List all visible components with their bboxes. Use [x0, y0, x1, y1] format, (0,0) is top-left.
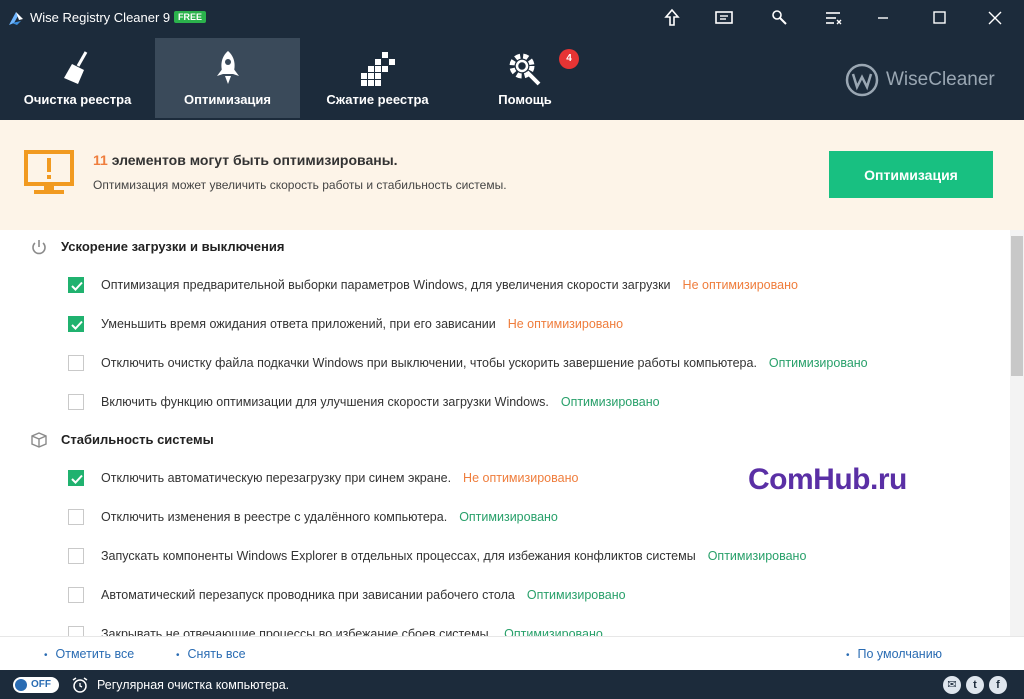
optimization-list: Ускорение загрузки и выключения Оптимиза… — [0, 230, 1024, 636]
edition-badge: FREE — [174, 11, 207, 23]
status-optimized: Оптимизировано — [560, 395, 660, 409]
bullet-icon: • — [44, 650, 48, 661]
monitor-warning-icon — [24, 150, 74, 194]
list-item: Отключить очистку файла подкачки Windows… — [0, 351, 1000, 375]
notification-badge: 4 — [559, 49, 579, 69]
item-checkbox[interactable] — [68, 316, 84, 332]
minimize-button[interactable] — [860, 0, 906, 36]
section-title: Ускорение загрузки и выключения — [61, 239, 285, 254]
brand-name: WiseCleaner — [886, 69, 995, 90]
item-label: Закрывать не отвечающие процессы во избе… — [101, 627, 603, 636]
list-footer: • Отметить все • Снять все • По умолчанию — [0, 636, 1024, 670]
status-not-optimized: Не оптимизировано — [507, 317, 624, 331]
status-not-optimized: Не оптимизировано — [463, 471, 579, 485]
deselect-all-link[interactable]: • Снять все — [176, 647, 246, 661]
issues-count: 11 — [93, 152, 108, 168]
list-item: Уменьшить время ожидания ответа приложен… — [0, 312, 1000, 336]
watermark-text: ComHub.ru — [748, 463, 907, 496]
status-not-optimized: Не оптимизировано — [682, 278, 798, 292]
banner-subtitle: Оптимизация может увеличить скорость раб… — [93, 178, 507, 192]
window-title: Wise Registry Cleaner 9 — [30, 10, 171, 25]
gear-wrench-icon — [509, 53, 541, 86]
toggle-knob — [15, 679, 27, 691]
scheduled-cleaning-toggle[interactable]: OFF — [13, 677, 59, 693]
banner-title: 11 элементов могут быть оптимизированы. — [93, 152, 398, 168]
power-icon — [32, 240, 46, 255]
section-header: Ускорение загрузки и выключения — [0, 235, 1000, 259]
status-optimized: Оптимизировано — [459, 510, 558, 524]
item-label: Оптимизация предварительной выборки пара… — [101, 278, 798, 292]
status-optimized: Оптимизировано — [707, 549, 807, 563]
status-bar: OFF Регулярная очистка компьютера. ✉ t f — [0, 670, 1024, 699]
title-bar: Wise Registry Cleaner 9 FREE — [0, 0, 1024, 36]
section-header: Стабильность системы — [0, 428, 1000, 452]
cube-icon — [31, 432, 47, 448]
compress-blocks-icon — [360, 52, 395, 86]
status-optimized: Оптимизировано — [768, 356, 868, 370]
wisecleaner-logo-icon — [845, 63, 879, 97]
item-label: Отключить очистку файла подкачки Windows… — [101, 356, 868, 370]
bullet-icon: • — [176, 650, 180, 661]
select-all-link[interactable]: • Отметить все — [44, 647, 134, 661]
banner-title-text: элементов могут быть оптимизированы. — [107, 152, 398, 168]
feedback-icon[interactable] — [713, 7, 735, 29]
menu-icon[interactable] — [822, 7, 844, 29]
item-label: Отключить изменения в реестре с удалённо… — [101, 510, 558, 524]
item-checkbox[interactable] — [68, 355, 84, 371]
email-icon[interactable]: ✉ — [943, 676, 961, 694]
rocket-icon — [216, 51, 239, 84]
tab-label: Сжатие реестра — [326, 92, 429, 107]
list-item: Включить функцию оптимизации для улучшен… — [0, 390, 1000, 414]
item-checkbox[interactable] — [68, 277, 84, 293]
item-checkbox[interactable] — [68, 548, 84, 564]
facebook-icon[interactable]: f — [989, 676, 1007, 694]
scrollbar-thumb[interactable] — [1011, 236, 1023, 376]
status-text: Регулярная очистка компьютера. — [97, 678, 290, 692]
tab-optimization[interactable]: Оптимизация — [155, 38, 300, 118]
item-label: Запускать компоненты Windows Explorer в … — [101, 549, 807, 563]
item-label: Включить функцию оптимизации для улучшен… — [101, 395, 660, 409]
optimize-button[interactable]: Оптимизация — [829, 151, 993, 198]
tab-registry-cleaner[interactable]: Очистка реестра — [0, 38, 155, 118]
list-item: Закрывать не отвечающие процессы во избе… — [0, 622, 1000, 636]
restore-defaults-link[interactable]: • По умолчанию — [846, 647, 942, 661]
broom-icon — [63, 51, 87, 84]
alarm-clock-icon — [72, 677, 88, 693]
toggle-label: OFF — [31, 679, 51, 690]
status-optimized: Оптимизировано — [526, 588, 626, 602]
bullet-icon: • — [846, 650, 850, 661]
item-label: Уменьшить время ожидания ответа приложен… — [101, 317, 624, 331]
tools-icon[interactable] — [768, 7, 790, 29]
close-button[interactable] — [972, 0, 1018, 36]
item-label: Отключить автоматическую перезагрузку пр… — [101, 471, 579, 485]
tab-label: Оптимизация — [183, 92, 272, 107]
tab-label: Очистка реестра — [23, 92, 132, 107]
list-item: Запускать компоненты Windows Explorer в … — [0, 544, 1000, 568]
wisecleaner-brand[interactable]: WiseCleaner — [844, 60, 995, 100]
item-label: Автоматический перезапуск проводника при… — [101, 588, 626, 602]
item-checkbox[interactable] — [68, 509, 84, 525]
app-logo-icon — [9, 12, 23, 25]
upgrade-icon[interactable] — [661, 7, 683, 29]
item-checkbox[interactable] — [68, 587, 84, 603]
maximize-button[interactable] — [916, 0, 962, 36]
list-item: Автоматический перезапуск проводника при… — [0, 583, 1000, 607]
twitter-icon[interactable]: t — [966, 676, 984, 694]
tab-label: Помощь — [498, 92, 552, 107]
list-item: Отключить изменения в реестре с удалённо… — [0, 505, 1000, 529]
section-title: Стабильность системы — [61, 432, 214, 447]
item-checkbox[interactable] — [68, 626, 84, 636]
item-checkbox[interactable] — [68, 394, 84, 410]
item-checkbox[interactable] — [68, 470, 84, 486]
list-item: Оптимизация предварительной выборки пара… — [0, 273, 1000, 297]
status-optimized: Оптимизировано — [504, 627, 603, 636]
tab-registry-defrag[interactable]: Сжатие реестра — [300, 38, 455, 118]
